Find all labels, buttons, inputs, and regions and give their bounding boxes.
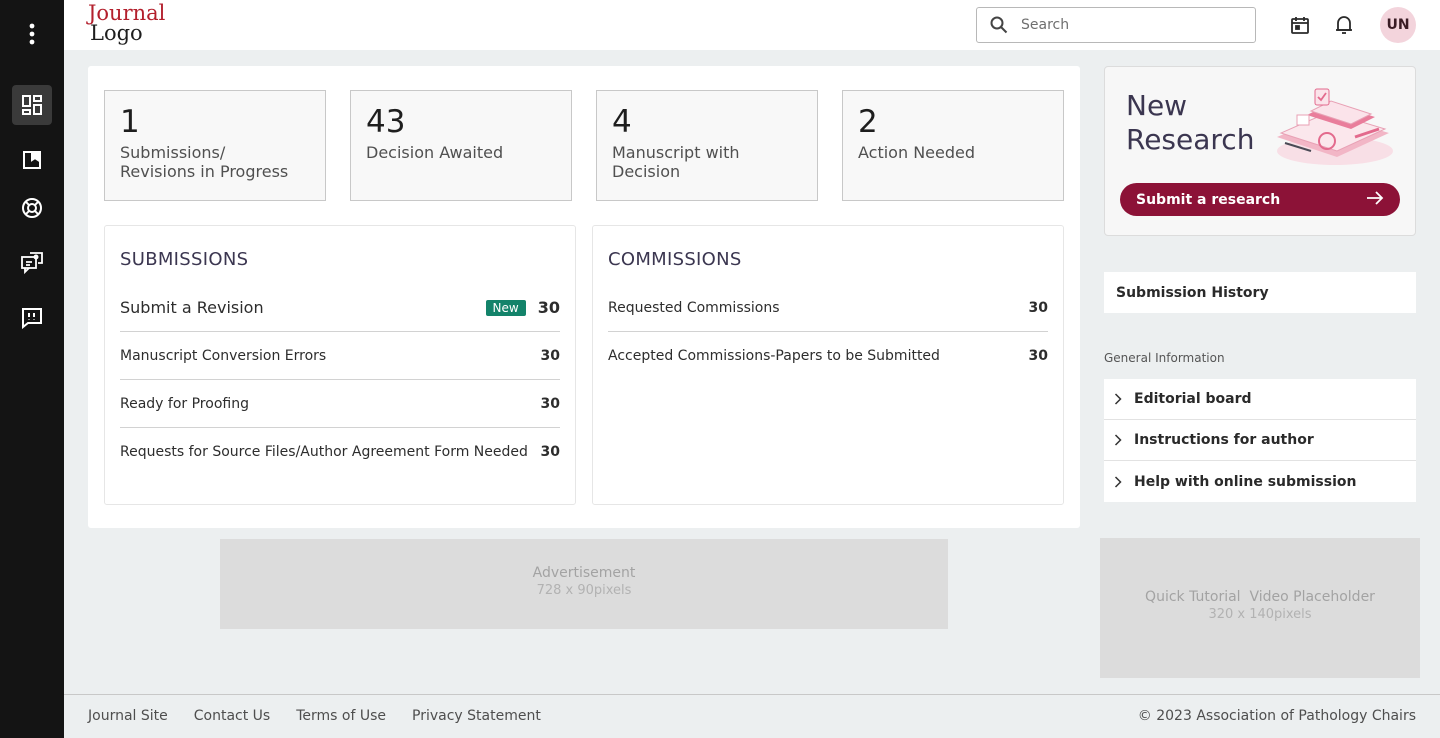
stat-value: 1 — [120, 104, 140, 140]
stat-value: 4 — [612, 104, 632, 140]
accordion-label: Instructions for author — [1134, 432, 1314, 448]
chevron-right-icon — [1114, 434, 1134, 446]
list-item-count: 30 — [540, 395, 560, 412]
submit-research-label: Submit a research — [1136, 191, 1281, 208]
submissions-card: SUBMISSIONS Submit a Revision New 30 Man… — [104, 225, 576, 505]
ad-size: 728 x 90pixels — [536, 583, 632, 598]
logo-line2: Logo — [90, 21, 143, 45]
stat-label: Action Needed — [858, 143, 976, 162]
accordion-label: Editorial board — [1134, 391, 1252, 407]
top-header: Journal Logo UN — [64, 0, 1440, 50]
stat-card-manuscript-decision[interactable]: 4 Manuscript with Decision — [596, 90, 818, 201]
commissions-title: COMMISSIONS — [608, 249, 742, 270]
promo-title: New Research — [1126, 89, 1255, 156]
list-item-label: Submit a Revision — [120, 298, 264, 317]
general-information-list: Editorial board Instructions for author … — [1104, 379, 1416, 502]
list-item-count: 30 — [537, 298, 560, 317]
footer-link-terms[interactable]: Terms of Use — [296, 708, 386, 724]
video-title: Quick Tutorial Video Placeholder — [1145, 589, 1375, 605]
submissions-title: SUBMISSIONS — [120, 249, 249, 270]
footer-link-journal-site[interactable]: Journal Site — [88, 708, 168, 724]
footer: Journal Site Contact Us Terms of Use Pri… — [64, 694, 1440, 738]
list-item-count: 30 — [1028, 348, 1048, 364]
journal-logo[interactable]: Journal Logo — [88, 1, 166, 45]
list-item[interactable]: Requests for Source Files/Author Agreeme… — [120, 428, 560, 476]
accordion-instructions-author[interactable]: Instructions for author — [1104, 420, 1416, 461]
stat-card-decision-awaited[interactable]: 43 Decision Awaited — [350, 90, 572, 201]
copyright: © 2023 Association of Pathology Chairs — [1137, 708, 1416, 724]
list-item-count: 30 — [1028, 299, 1048, 316]
list-item-label: Ready for Proofing — [120, 395, 249, 412]
chat-person-icon[interactable] — [12, 243, 52, 283]
feedback-icon[interactable] — [12, 298, 52, 338]
list-item[interactable]: Submit a Revision New 30 — [120, 284, 560, 332]
avatar[interactable]: UN — [1380, 7, 1416, 43]
stat-value: 2 — [858, 104, 878, 140]
research-illustration-icon — [1267, 85, 1397, 175]
chevron-right-icon — [1114, 393, 1134, 405]
left-rail — [0, 0, 64, 738]
commissions-card: COMMISSIONS Requested Commissions 30 Acc… — [592, 225, 1064, 505]
dashboard-icon[interactable] — [12, 85, 52, 125]
bell-icon[interactable] — [1332, 13, 1356, 37]
footer-link-privacy[interactable]: Privacy Statement — [412, 708, 541, 724]
submission-history-link[interactable]: Submission History — [1104, 272, 1416, 313]
search-box[interactable] — [976, 7, 1256, 43]
accordion-editorial-board[interactable]: Editorial board — [1104, 379, 1416, 420]
accordion-label: Help with online submission — [1134, 473, 1357, 490]
video-placeholder[interactable]: Quick Tutorial Video Placeholder 320 x 1… — [1100, 538, 1420, 678]
new-badge: New — [485, 299, 526, 316]
list-item-label: Manuscript Conversion Errors — [120, 347, 327, 364]
arrow-right-icon — [1366, 190, 1384, 209]
search-icon — [977, 16, 1021, 34]
stat-value: 43 — [366, 104, 406, 140]
support-icon[interactable] — [12, 188, 52, 228]
advertisement-placeholder[interactable]: Advertisement 728 x 90pixels — [220, 539, 948, 629]
stat-card-in-progress[interactable]: 1 Submissions/Revisions in Progress — [104, 90, 326, 201]
ad-title: Advertisement — [532, 565, 636, 581]
chevron-right-icon — [1114, 475, 1134, 488]
list-item-count: 30 — [540, 347, 560, 364]
video-size: 320 x 140pixels — [1208, 607, 1312, 622]
general-information-heading: General Information — [1104, 351, 1225, 365]
calendar-icon[interactable] — [1288, 13, 1312, 37]
new-research-card: New Research Submit a research — [1104, 66, 1416, 236]
list-item-label: Requests for Source Files/Author Agreeme… — [120, 444, 528, 460]
search-input[interactable] — [1021, 17, 1241, 33]
more-vert-icon[interactable] — [22, 14, 42, 54]
stat-card-action-needed[interactable]: 2 Action Needed — [842, 90, 1064, 201]
logo-line1: Journal — [88, 1, 166, 25]
bookmark-icon[interactable] — [12, 140, 52, 180]
list-item[interactable]: Requested Commissions 30 — [608, 284, 1048, 332]
list-item[interactable]: Manuscript Conversion Errors 30 — [120, 332, 560, 380]
list-item-count: 30 — [540, 444, 560, 460]
list-item[interactable]: Accepted Commissions-Papers to be Submit… — [608, 332, 1048, 380]
footer-link-contact-us[interactable]: Contact Us — [194, 708, 270, 724]
accordion-help-submission[interactable]: Help with online submission — [1104, 461, 1416, 502]
list-item-label: Accepted Commissions-Papers to be Submit… — [608, 348, 940, 364]
stat-label: Decision Awaited — [366, 143, 504, 162]
stat-label: Manuscript with Decision — [612, 143, 740, 181]
stat-label: Submissions/Revisions in Progress — [120, 143, 289, 181]
dashboard-panel: 1 Submissions/Revisions in Progress 43 D… — [88, 66, 1080, 528]
footer-links: Journal Site Contact Us Terms of Use Pri… — [88, 708, 541, 724]
list-item[interactable]: Ready for Proofing 30 — [120, 380, 560, 428]
submit-research-button[interactable]: Submit a research — [1120, 183, 1400, 216]
list-item-label: Requested Commissions — [608, 299, 780, 316]
